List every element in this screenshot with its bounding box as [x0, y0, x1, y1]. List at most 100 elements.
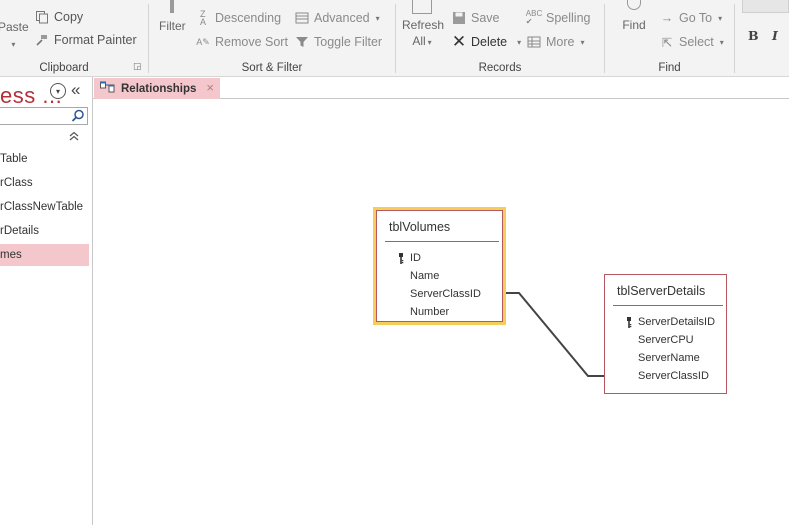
descending-label: Descending: [215, 11, 282, 25]
italic-button[interactable]: I: [772, 28, 778, 43]
field-name: ServerClassID: [638, 370, 709, 382]
table-title-divider: [385, 241, 499, 242]
save-button[interactable]: Save: [451, 10, 500, 26]
table-tblVolumes[interactable]: tblVolumes ID Name ServerClassID Number: [373, 207, 506, 325]
field-name: Number: [410, 306, 450, 318]
field-name: Name: [410, 270, 440, 282]
close-icon[interactable]: ×: [206, 80, 214, 95]
field-name: ServerClassID: [410, 288, 481, 300]
advanced-filter-icon: [294, 10, 310, 26]
bold-label: B: [748, 28, 759, 43]
font-name-box[interactable]: [742, 0, 789, 13]
clipboard-launcher-icon[interactable]: ◲: [133, 61, 142, 72]
table-title[interactable]: tblVolumes: [389, 220, 450, 234]
copy-icon: [34, 9, 50, 25]
spelling-icon: ABC ✔: [525, 9, 543, 26]
save-label: Save: [471, 11, 500, 25]
format-painter-icon: [34, 32, 50, 48]
refresh-label: Refresh: [402, 18, 445, 32]
select-cursor-icon: ⇱: [661, 35, 673, 50]
copy-label: Copy: [54, 10, 84, 24]
advanced-label: Advanced: [314, 11, 370, 25]
remove-sort-button[interactable]: A✎ Remove Sort: [195, 34, 288, 50]
refresh-caret-icon: ▾: [427, 38, 432, 47]
find-label: Find: [622, 18, 646, 32]
sort-descending-icon: ZA: [199, 9, 206, 27]
field-name: ServerName: [638, 352, 700, 364]
find-magnifier-icon: [627, 0, 641, 10]
paste-button[interactable]: Paste ▾: [0, 20, 29, 49]
refresh-all-button[interactable]: Refresh All ▾: [402, 0, 445, 48]
delete-caret-icon: ▾: [517, 37, 522, 47]
nav-menu-chevron-icon[interactable]: ▾: [50, 83, 66, 99]
nav-item-table[interactable]: rClassNewTable: [0, 196, 89, 218]
relationships-icon: [100, 81, 115, 96]
tab-relationships-label: Relationships: [121, 82, 197, 95]
filter-label: Filter: [159, 19, 186, 33]
refresh-all-label: All: [412, 34, 426, 48]
nav-item-table[interactable]: rDetails: [0, 220, 89, 242]
sort-filter-group: Filter ZA Descending A✎ Remove Sort Adva…: [149, 0, 395, 77]
refresh-icon: [412, 0, 432, 14]
descending-button[interactable]: ZA Descending: [195, 9, 282, 27]
advanced-button[interactable]: Advanced ▾: [294, 10, 380, 26]
nav-item-table[interactable]: mes: [0, 244, 89, 266]
text-formatting-group: B I: [735, 0, 789, 77]
more-button[interactable]: More ▾: [526, 34, 585, 50]
more-grid-icon: [526, 34, 542, 50]
goto-caret-icon: ▾: [718, 13, 723, 23]
select-button[interactable]: ⇱ Select ▾: [659, 34, 724, 50]
nav-search-input[interactable]: [0, 107, 88, 125]
records-group-label: Records: [478, 62, 522, 74]
find-button[interactable]: Find: [619, 0, 649, 32]
document-area: Relationships × tblVolumes ID Name ServerCl…: [93, 77, 789, 525]
remove-sort-label: Remove Sort: [215, 35, 288, 49]
paste-caret-icon: ▾: [11, 40, 16, 49]
advanced-caret-icon: ▾: [375, 13, 380, 23]
goto-arrow-icon: →: [660, 11, 674, 25]
filter-button[interactable]: Filter: [159, 0, 186, 33]
toggle-filter-label: Toggle Filter: [314, 35, 383, 49]
nav-item-table[interactable]: Table: [0, 148, 89, 170]
italic-label: I: [772, 28, 778, 43]
goto-button[interactable]: → Go To ▾: [659, 10, 722, 26]
select-caret-icon: ▾: [719, 37, 724, 47]
field-name: ServerCPU: [638, 334, 694, 346]
remove-sort-icon: A✎: [196, 36, 210, 47]
nav-group-collapse-icon[interactable]: [69, 130, 79, 144]
table-field-list: tblServerDetails ServerDetailsID ServerCPU…: [605, 275, 726, 393]
field-name: ID: [410, 252, 421, 264]
primary-key-icon: [398, 252, 404, 270]
goto-label: Go To: [679, 11, 713, 25]
ribbon: Paste ▾ Copy Format Painter Clipboard ◲ …: [0, 0, 789, 77]
clipboard-group: Paste ▾ Copy Format Painter Clipboard ◲: [0, 0, 148, 77]
nav-collapse-icon[interactable]: «: [71, 80, 80, 100]
toggle-filter-icon: [294, 34, 310, 50]
delete-button[interactable]: ✕ Delete ▾: [451, 32, 522, 51]
navigation-pane: ess ... ▾ « Table rClass rClassNewTable rDe…: [0, 77, 93, 525]
document-tab-bar: Relationships ×: [93, 77, 789, 99]
sort-filter-group-label: Sort & Filter: [241, 62, 303, 74]
save-icon: [451, 10, 467, 26]
toggle-filter-button[interactable]: Toggle Filter: [294, 34, 382, 50]
relationships-canvas[interactable]: tblVolumes ID Name ServerClassID Number tblSe…: [93, 99, 789, 525]
copy-button[interactable]: Copy: [34, 9, 83, 25]
spelling-label: Spelling: [546, 11, 591, 25]
more-caret-icon: ▾: [580, 37, 585, 47]
format-painter-label: Format Painter: [54, 33, 137, 47]
tab-relationships[interactable]: Relationships ×: [94, 78, 220, 99]
field-name: ServerDetailsID: [638, 316, 716, 328]
nav-item-table[interactable]: rClass: [0, 172, 89, 194]
format-painter-button[interactable]: Format Painter: [34, 32, 137, 48]
bold-button[interactable]: B: [748, 28, 759, 43]
table-tblServerDetails[interactable]: tblServerDetails ServerDetailsID ServerCPU…: [604, 274, 727, 394]
table-title[interactable]: tblServerDetails: [617, 284, 705, 298]
spelling-button[interactable]: ABC ✔ Spelling: [525, 9, 591, 26]
primary-key-icon: [626, 316, 632, 334]
delete-label: Delete: [471, 35, 508, 49]
table-field-list: tblVolumes ID Name ServerClassID Number: [376, 210, 503, 322]
filter-icon: [170, 0, 174, 13]
delete-x-icon: ✕: [451, 32, 467, 51]
find-group: Find → Go To ▾ ⇱ Select ▾ Find: [605, 0, 734, 77]
relationship-join-line[interactable]: [506, 292, 604, 377]
